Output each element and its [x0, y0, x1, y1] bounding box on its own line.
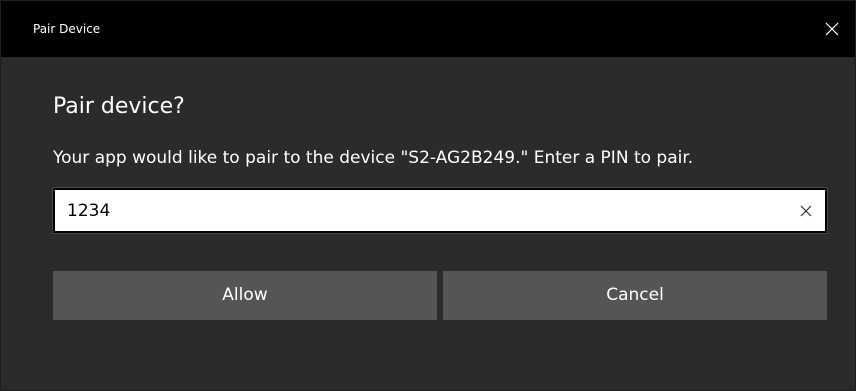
- pair-device-window: Pair Device Pair device? Your app would …: [0, 0, 856, 391]
- clear-input-icon: [800, 202, 812, 221]
- allow-button[interactable]: Allow: [53, 271, 437, 320]
- title-bar: Pair Device: [1, 1, 855, 57]
- cancel-button[interactable]: Cancel: [443, 271, 827, 320]
- pin-input-value: 1234: [67, 201, 111, 221]
- pin-input[interactable]: 1234: [53, 188, 827, 233]
- dialog-description: Your app would like to pair to the devic…: [53, 148, 694, 168]
- close-button[interactable]: [809, 9, 855, 49]
- clear-input-button[interactable]: [795, 200, 817, 222]
- dialog-heading: Pair device?: [53, 94, 185, 119]
- close-icon: [825, 22, 839, 36]
- window-title: Pair Device: [33, 22, 101, 36]
